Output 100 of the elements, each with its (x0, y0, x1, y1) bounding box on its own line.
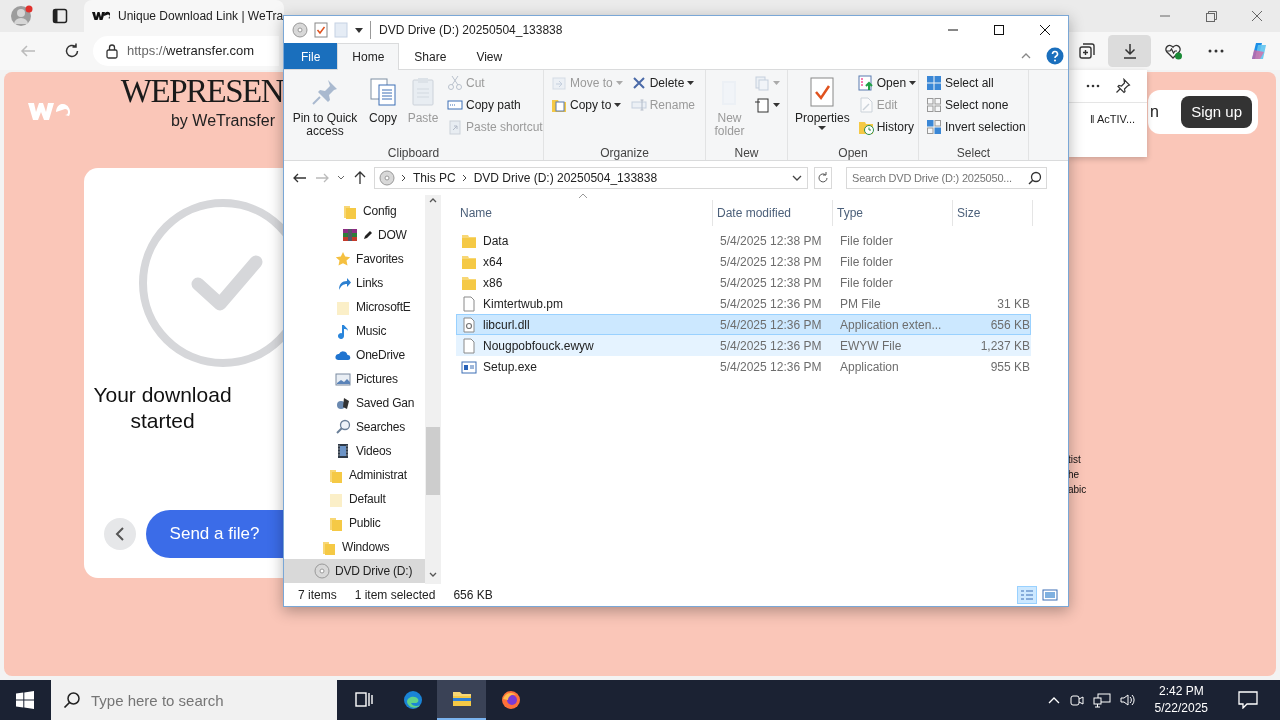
column-header[interactable]: Type (833, 200, 953, 226)
size-cell-text: 955 KB (989, 358, 1030, 376)
select-all-button[interactable]: Select all (923, 72, 1029, 94)
article-text: he (1068, 468, 1081, 482)
select-none-button[interactable]: Select none (923, 94, 1029, 116)
address-bar[interactable]: This PC DVD Drive (D:) 20250504_133838 (374, 167, 808, 189)
ribbon-tab[interactable]: View (461, 43, 518, 69)
firefox-icon[interactable] (500, 690, 521, 710)
column-header[interactable]: Name (456, 200, 713, 226)
nav-item[interactable]: MicrosoftE (284, 295, 425, 319)
network-icon[interactable] (1092, 692, 1111, 708)
ribbon-group-label: New (733, 145, 760, 160)
caret-icon[interactable] (354, 25, 364, 35)
address-bar[interactable]: https://wetransfer.com (93, 36, 279, 66)
chevron-right-icon (461, 174, 468, 182)
folder-icon (461, 253, 477, 270)
select-all-icon (926, 75, 942, 91)
file-name: Setup.exe (483, 358, 538, 376)
pin-button[interactable]: Pin to Quick access (288, 72, 362, 138)
collections-icon[interactable] (1076, 41, 1097, 61)
edit-icon (857, 97, 874, 113)
nav-item[interactable]: Music (284, 319, 425, 343)
search-field[interactable]: Search DVD Drive (D:) 2025050... (846, 167, 1047, 189)
scrollbar[interactable] (425, 195, 441, 584)
film-icon (335, 443, 351, 459)
nav-item[interactable]: Windows (284, 535, 425, 559)
nav-item[interactable]: DVD Drive (D:) (284, 559, 425, 583)
restore-icon[interactable] (1203, 8, 1219, 24)
nav-item[interactable]: Administrat (284, 463, 425, 487)
tab-actions-icon[interactable] (52, 8, 68, 24)
camera-icon[interactable] (1068, 692, 1085, 708)
up-icon[interactable] (352, 170, 368, 186)
send-file-button[interactable]: Send a file? (146, 510, 283, 558)
tab-title: Unique Download Link | WeTra (118, 8, 284, 25)
nav-item[interactable]: Favorites (284, 247, 425, 271)
maximize-icon[interactable] (992, 23, 1006, 37)
nav-item[interactable]: Videos (284, 439, 425, 463)
copy-path-button[interactable]: Copy path (444, 94, 546, 116)
file-row[interactable]: x86 5/4/2025 12:38 PM File folder (456, 272, 1031, 293)
copy-button[interactable]: Copy (364, 72, 402, 125)
nav-item[interactable]: Saved Gan (284, 391, 425, 415)
copy-to-button[interactable]: Copy to (548, 94, 626, 116)
help-icon[interactable] (1046, 47, 1064, 65)
profile-avatar-icon[interactable] (10, 4, 34, 28)
star-icon (335, 251, 351, 267)
clock[interactable]: 2:42 PM 5/22/2025 (1154, 683, 1208, 717)
column-header[interactable]: Date modified (713, 200, 833, 226)
delete-button[interactable]: Delete (627, 72, 699, 94)
login-link[interactable]: n (1150, 100, 1159, 124)
browser-tab[interactable]: Unique Download Link | WeTra (84, 0, 284, 32)
nav-item[interactable]: Searches (284, 415, 425, 439)
nav-item[interactable]: Public (284, 511, 425, 535)
file-name: x64 (483, 253, 503, 271)
paste-shortcut-icon (447, 119, 463, 135)
properties-icon[interactable] (314, 22, 328, 38)
ribbon-tab[interactable]: File (284, 43, 338, 69)
ribbon-tab[interactable]: Home (337, 43, 400, 70)
date-cell-text: 5/4/2025 12:36 PM (719, 337, 823, 355)
properties-button[interactable]: Properties (792, 72, 853, 131)
ribbon-group-label: Clipboard (386, 145, 441, 160)
file-row[interactable]: Nougpobfouck.ewyw 5/4/2025 12:36 PM EWYW File 1,237 KB (456, 335, 1031, 356)
nav-item[interactable]: Default (284, 487, 425, 511)
breadcrumb-item[interactable]: DVD Drive (D:) 20250504_133838 (473, 169, 658, 187)
file-row[interactable]: x64 5/4/2025 12:38 PM File folder (456, 251, 1031, 272)
selection-count: 1 item selected (354, 587, 436, 604)
history-button[interactable]: History (854, 116, 920, 138)
file-row[interactable]: libcurl.dll 5/4/2025 12:36 PM Application exten... 656 KB (456, 314, 1031, 335)
date-cell-text: 5/4/2025 12:36 PM (719, 316, 823, 334)
folder-icon (321, 539, 337, 555)
folder-icon (461, 232, 477, 249)
download-item-name[interactable]: ‖ AcTIV... (1068, 103, 1147, 128)
nav-item[interactable]: Links (284, 271, 425, 295)
close-icon[interactable] (1038, 23, 1052, 37)
file-row[interactable]: Setup.exe 5/4/2025 12:36 PM Application 955 KB (456, 356, 1031, 377)
refresh-icon[interactable] (63, 42, 81, 60)
volume-icon[interactable] (1118, 692, 1137, 708)
folder-icon[interactable] (451, 689, 472, 709)
ribbon-tab[interactable]: Share (399, 43, 462, 69)
column-header[interactable]: Size (953, 200, 1033, 226)
invert-selection-button[interactable]: Invert selection (923, 116, 1029, 138)
nav-item[interactable]: Pictures (284, 367, 425, 391)
taskbar-search-field[interactable]: Type here to search (51, 680, 337, 720)
invert-selection-icon (926, 119, 942, 135)
sign-up-button[interactable]: Sign up (1181, 96, 1252, 128)
file-row[interactable]: Data 5/4/2025 12:38 PM File folder (456, 230, 1031, 251)
nav-item[interactable]: DOW (284, 223, 425, 247)
start-icon[interactable] (15, 691, 34, 709)
file-row[interactable]: Kimtertwub.pm 5/4/2025 12:36 PM PM File 31 KB (456, 293, 1031, 314)
task-view-icon[interactable] (353, 690, 374, 710)
open-button[interactable]: Open (854, 72, 920, 94)
date-cell-text: 5/4/2025 12:36 PM (719, 295, 823, 313)
pin-icon[interactable] (1115, 78, 1131, 94)
edge-icon[interactable] (402, 690, 423, 710)
breadcrumb-item[interactable]: This PC (413, 169, 456, 187)
nav-item[interactable]: Config (284, 199, 425, 223)
type-cell-text: Application exten... (839, 316, 943, 334)
nav-item[interactable]: OneDrive (284, 343, 425, 367)
notifications-icon[interactable] (1238, 691, 1258, 709)
scrollbar-thumb[interactable] (426, 427, 440, 495)
back-button[interactable] (104, 518, 136, 550)
